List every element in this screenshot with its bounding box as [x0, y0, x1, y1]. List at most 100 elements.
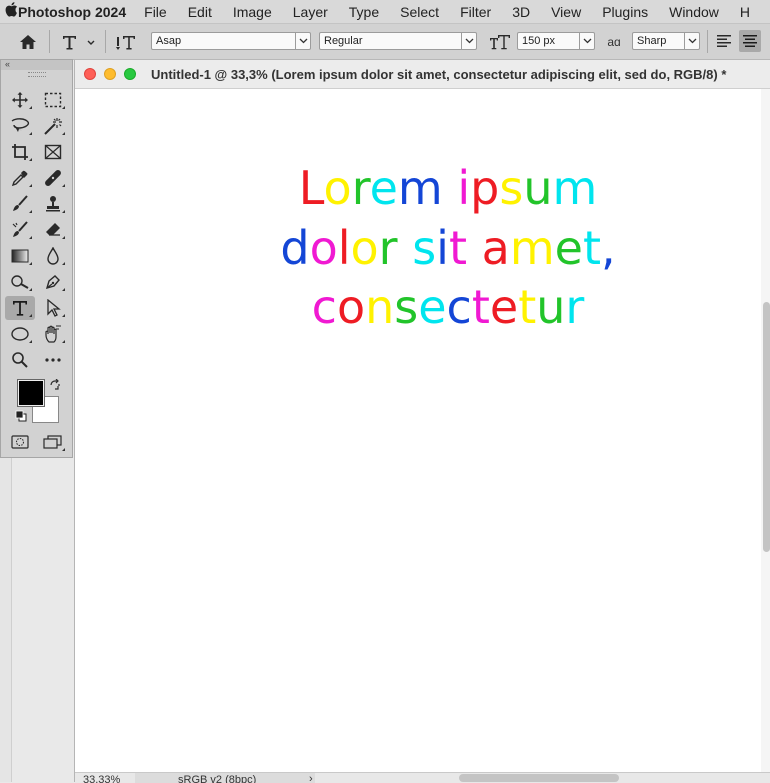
type-tool-icon[interactable]	[5, 296, 35, 320]
eyedropper-icon[interactable]	[5, 166, 35, 190]
chevron-down-icon	[684, 33, 699, 49]
menu-type[interactable]: Type	[349, 4, 379, 20]
text-glyph: e	[418, 280, 447, 334]
menu-edit[interactable]: Edit	[188, 4, 212, 20]
gradient-icon[interactable]	[5, 244, 35, 268]
text-glyph: o	[336, 280, 366, 334]
panel-dock-gap	[0, 458, 12, 782]
close-button[interactable]	[84, 68, 96, 80]
horizontal-scroll-thumb[interactable]	[459, 774, 619, 782]
divider	[105, 30, 106, 53]
text-glyph: r	[565, 280, 585, 334]
text-glyph	[467, 221, 482, 275]
font-family-value: Asap	[156, 35, 182, 47]
text-glyph: r	[378, 221, 398, 275]
text-glyph: t	[471, 280, 490, 334]
zoom-button[interactable]	[124, 68, 136, 80]
text-glyph: d	[280, 221, 310, 275]
menu-select[interactable]: Select	[400, 4, 439, 20]
menu-filter[interactable]: Filter	[460, 4, 491, 20]
more-tools-icon[interactable]	[38, 348, 68, 372]
menu-file[interactable]: File	[144, 4, 167, 20]
text-glyph: u	[523, 161, 553, 215]
menu-window[interactable]: Window	[669, 4, 719, 20]
text-orientation-icon[interactable]	[113, 24, 139, 59]
align-center-button[interactable]	[739, 30, 761, 52]
text-glyph: s	[394, 280, 419, 334]
antialias-value: Sharp	[637, 35, 667, 47]
rectangular-marquee-icon[interactable]	[38, 88, 68, 112]
vertical-scroll-thumb[interactable]	[763, 302, 770, 552]
text-glyph: p	[470, 161, 500, 215]
text-glyph: t	[448, 221, 467, 275]
text-glyph: o	[350, 221, 379, 275]
text-glyph: L	[298, 161, 324, 215]
antialias-select[interactable]: Sharp	[632, 32, 700, 50]
text-glyph: o	[323, 161, 352, 215]
text-glyph: e	[554, 221, 583, 275]
path-selection-icon[interactable]	[38, 296, 68, 320]
menu-3d[interactable]: 3D	[512, 4, 530, 20]
collapse-panel-icon[interactable]: «	[1, 60, 72, 70]
divider	[707, 30, 708, 53]
brush-icon[interactable]	[5, 192, 35, 216]
text-line-2: dolor sit amet,	[75, 218, 761, 278]
menu-image[interactable]: Image	[233, 4, 272, 20]
crop-icon[interactable]	[5, 140, 35, 164]
text-glyph	[398, 221, 413, 275]
text-glyph: n	[365, 280, 395, 334]
zoom-icon[interactable]	[5, 348, 35, 372]
apple-menu-icon[interactable]	[0, 1, 18, 22]
frame-icon[interactable]	[38, 140, 68, 164]
foreground-color-swatch[interactable]	[17, 379, 45, 407]
hand-icon[interactable]	[38, 322, 68, 346]
text-glyph: u	[536, 280, 566, 334]
font-style-select[interactable]: Regular	[319, 32, 477, 50]
text-glyph: a	[481, 221, 510, 275]
text-glyph: e	[489, 280, 519, 334]
panel-grip[interactable]	[1, 70, 72, 78]
eraser-icon[interactable]	[38, 218, 68, 242]
vertical-scrollbar[interactable]	[761, 89, 770, 772]
dodge-icon[interactable]	[5, 270, 35, 294]
screen-mode-icon[interactable]	[38, 430, 68, 454]
text-line-1: Lorem ipsum	[75, 158, 761, 218]
move-tool-icon[interactable]	[5, 88, 35, 112]
font-size-field[interactable]: 150 px	[517, 32, 595, 50]
blur-icon[interactable]	[38, 244, 68, 268]
align-left-button[interactable]	[713, 30, 735, 52]
tool-preset-picker[interactable]	[58, 24, 98, 59]
home-icon[interactable]	[16, 24, 40, 59]
text-glyph: i	[457, 161, 471, 215]
clone-stamp-icon[interactable]	[38, 192, 68, 216]
text-glyph: m	[552, 161, 598, 215]
history-brush-icon[interactable]	[5, 218, 35, 242]
lasso-icon[interactable]	[5, 114, 35, 138]
status-bar: 33,33% sRGB v2 (8bpc) ›	[75, 772, 770, 783]
minimize-button[interactable]	[104, 68, 116, 80]
text-glyph: o	[309, 221, 338, 275]
text-glyph: t	[518, 280, 537, 334]
text-glyph: l	[337, 221, 351, 275]
app-menu[interactable]: Photoshop 2024	[18, 4, 126, 20]
quick-mask-icon[interactable]	[5, 430, 35, 454]
menu-view[interactable]: View	[551, 4, 581, 20]
document-window: Untitled-1 @ 33,3% (Lorem ipsum dolor si…	[74, 60, 770, 783]
healing-brush-icon[interactable]	[38, 166, 68, 190]
default-colors-icon[interactable]	[15, 410, 27, 425]
chevron-right-icon[interactable]: ›	[309, 773, 313, 783]
magic-wand-icon[interactable]	[38, 114, 68, 138]
text-glyph: s	[412, 221, 437, 275]
menu-help[interactable]: H	[740, 4, 750, 20]
pen-icon[interactable]	[38, 270, 68, 294]
text-glyph: e	[369, 161, 398, 215]
menu-layer[interactable]: Layer	[293, 4, 328, 20]
text-glyph: t	[582, 221, 601, 275]
canvas[interactable]: Lorem ipsum dolor sit amet, consectetur	[75, 89, 761, 772]
font-family-select[interactable]: Asap	[151, 32, 311, 50]
document-tab[interactable]: Untitled-1 @ 33,3% (Lorem ipsum dolor si…	[75, 60, 770, 89]
ellipse-icon[interactable]	[5, 322, 35, 346]
swap-colors-icon[interactable]	[49, 378, 61, 394]
menu-plugins[interactable]: Plugins	[602, 4, 648, 20]
document-title: Untitled-1 @ 33,3% (Lorem ipsum dolor si…	[151, 66, 727, 82]
